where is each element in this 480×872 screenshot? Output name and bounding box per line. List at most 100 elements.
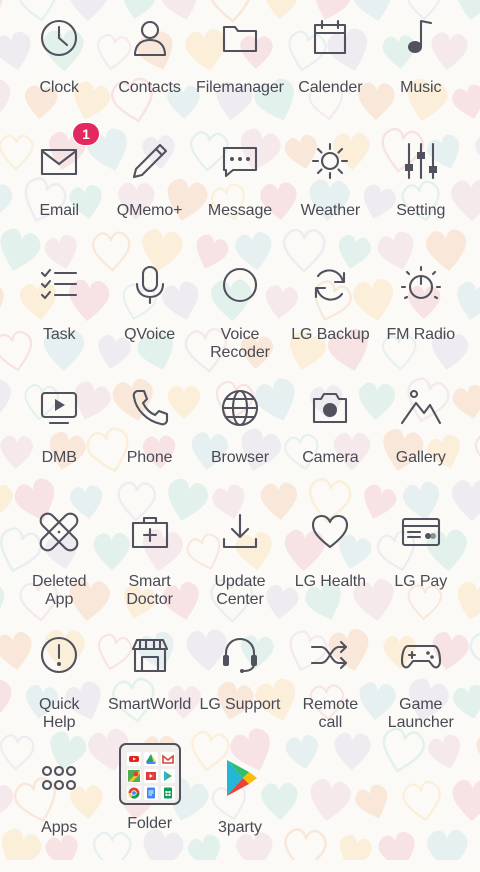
app-dmb[interactable]: DMB bbox=[14, 378, 104, 501]
app-label: LG Backup bbox=[291, 325, 370, 343]
person-icon bbox=[126, 14, 174, 62]
app-label: Calender bbox=[298, 79, 363, 96]
app-label: QVoice bbox=[124, 325, 176, 343]
app-lg-support[interactable]: LG Support bbox=[195, 625, 285, 748]
app-game-launcher[interactable]: Game Launcher bbox=[376, 625, 466, 748]
chat-bubble-icon bbox=[216, 137, 264, 185]
calendar-icon bbox=[306, 14, 354, 62]
app-label: Weather bbox=[300, 202, 361, 220]
checklist-icon bbox=[35, 261, 83, 309]
app-qmemo[interactable]: QMemo+ bbox=[104, 131, 194, 254]
credit-card-icon bbox=[397, 508, 445, 556]
record-circle-icon bbox=[216, 261, 264, 309]
app-update-center[interactable]: Update Center bbox=[195, 502, 285, 625]
app-lg-pay[interactable]: LG Pay bbox=[376, 502, 466, 625]
app-label: Folder bbox=[127, 815, 172, 833]
app-label: LG Pay bbox=[394, 572, 448, 590]
app-weather[interactable]: Weather bbox=[285, 131, 375, 254]
sliders-icon bbox=[397, 137, 445, 185]
app-label: SmartWorld bbox=[108, 695, 192, 713]
app-remote-call[interactable]: Remote call bbox=[285, 625, 375, 748]
app-clock[interactable]: Clock bbox=[14, 8, 104, 131]
app-voice-recoder[interactable]: Voice Recoder bbox=[195, 255, 285, 378]
app-label: Message bbox=[207, 202, 273, 220]
app-qvoice[interactable]: QVoice bbox=[104, 255, 194, 378]
docs-icon bbox=[143, 786, 158, 801]
radio-dial-icon bbox=[397, 261, 445, 309]
app-label: Phone bbox=[126, 449, 173, 467]
app-label: Apps bbox=[41, 819, 78, 837]
app-label: Quick Help bbox=[38, 695, 80, 731]
medkit-icon bbox=[126, 508, 174, 556]
mountain-icon bbox=[397, 384, 445, 432]
play-store-icon bbox=[160, 769, 175, 784]
app-email[interactable]: 1 Email bbox=[14, 122, 104, 254]
app-label: Gallery bbox=[395, 449, 446, 467]
app-lg-health[interactable]: LG Health bbox=[285, 502, 375, 625]
app-3party[interactable]: 3party bbox=[195, 748, 285, 871]
app-label: Smart Doctor bbox=[126, 572, 173, 608]
app-quick-help[interactable]: Quick Help bbox=[14, 625, 104, 748]
sun-icon bbox=[306, 137, 354, 185]
microphone-icon bbox=[126, 261, 174, 309]
app-phone[interactable]: Phone bbox=[104, 378, 194, 501]
dots-grid-icon bbox=[35, 754, 83, 802]
app-label: Setting bbox=[396, 202, 446, 220]
app-label: Filemanager bbox=[196, 79, 284, 96]
camera-icon bbox=[306, 384, 354, 432]
drive-icon bbox=[143, 752, 158, 767]
maps-icon bbox=[126, 769, 141, 784]
app-label: LG Support bbox=[199, 695, 281, 713]
app-label: Deleted App bbox=[31, 572, 87, 608]
app-label: Music bbox=[400, 79, 442, 96]
pen-icon bbox=[126, 137, 174, 185]
app-fm-radio[interactable]: FM Radio bbox=[376, 255, 466, 378]
music-note-icon bbox=[397, 14, 445, 62]
app-smart-doctor[interactable]: Smart Doctor bbox=[104, 502, 194, 625]
folder-outline-icon bbox=[216, 14, 264, 62]
app-camera[interactable]: Camera bbox=[285, 378, 375, 501]
app-lg-backup[interactable]: LG Backup bbox=[285, 255, 375, 378]
store-icon bbox=[126, 631, 174, 679]
app-label: Camera bbox=[302, 449, 359, 467]
gamepad-icon bbox=[397, 631, 445, 679]
app-task[interactable]: Task bbox=[14, 255, 104, 378]
app-label: Browser bbox=[210, 449, 269, 467]
app-contacts[interactable]: Contacts bbox=[104, 8, 194, 131]
sync-icon bbox=[306, 261, 354, 309]
app-calender[interactable]: Calender bbox=[285, 8, 375, 131]
app-filemanager[interactable]: Filemanager bbox=[195, 8, 285, 131]
envelope-icon bbox=[35, 137, 83, 185]
app-browser[interactable]: Browser bbox=[195, 378, 285, 501]
globe-icon bbox=[216, 384, 264, 432]
heart-icon bbox=[306, 508, 354, 556]
gmail-icon bbox=[160, 752, 175, 767]
sheets-icon bbox=[160, 786, 175, 801]
phone-icon bbox=[126, 384, 174, 432]
app-label: Email bbox=[39, 202, 79, 220]
download-icon bbox=[216, 508, 264, 556]
bandage-icon bbox=[35, 508, 83, 556]
app-music[interactable]: Music bbox=[376, 8, 466, 131]
youtube-icon bbox=[126, 752, 141, 767]
app-deleted-app[interactable]: Deleted App bbox=[14, 502, 104, 625]
app-label: DMB bbox=[41, 449, 77, 467]
app-label: Remote call bbox=[302, 695, 359, 731]
notification-badge: 1 bbox=[72, 122, 100, 147]
app-label: 3party bbox=[218, 819, 262, 837]
app-message[interactable]: Message bbox=[195, 131, 285, 254]
app-apps[interactable]: Apps bbox=[14, 748, 104, 871]
app-smartworld[interactable]: SmartWorld bbox=[104, 625, 194, 748]
headset-icon bbox=[216, 631, 264, 679]
shuffle-icon bbox=[306, 631, 354, 679]
exclamation-circle-icon bbox=[35, 631, 83, 679]
app-folder[interactable]: Folder bbox=[104, 743, 194, 871]
app-label: Contacts bbox=[118, 79, 181, 96]
play-movies-icon bbox=[143, 769, 158, 784]
app-label: FM Radio bbox=[386, 325, 456, 343]
app-gallery[interactable]: Gallery bbox=[376, 378, 466, 501]
app-folder-icon bbox=[118, 743, 181, 806]
app-label: Voice Recoder bbox=[210, 325, 270, 361]
app-setting[interactable]: Setting bbox=[376, 131, 466, 254]
app-label: QMemo+ bbox=[116, 202, 183, 220]
